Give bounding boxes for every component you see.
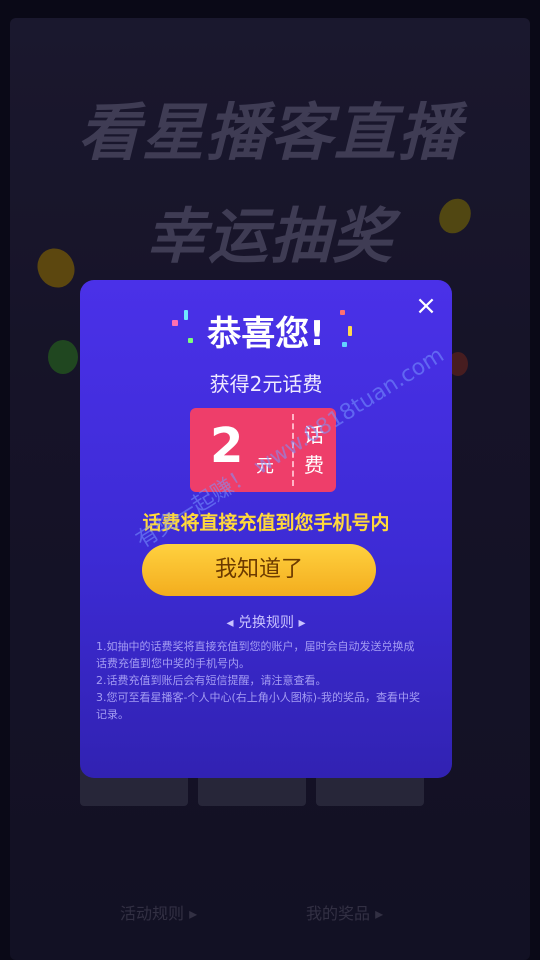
redeem-rules: 1.如抽中的话费奖将直接充值到您的账户，届时会自动发送兑换成话费充值到您中奖的手… [96,638,420,723]
modal-title: 恭喜您! [207,314,325,354]
rule-item: 1.如抽中的话费奖将直接充值到您的账户，届时会自动发送兑换成话费充值到您中奖的手… [96,640,415,670]
got-it-button[interactable]: 我知道了 [142,544,376,596]
redeem-rules-title: ◂ 兑换规则 ▸ [226,615,306,631]
rule-item: 3.您可至看星播客-个人中心(右上角小人图标)-我的奖品，查看中奖记录。 [96,691,421,721]
rule-item: 2.话费充值到账后会有短信提醒，请注意查看。 [96,674,327,687]
